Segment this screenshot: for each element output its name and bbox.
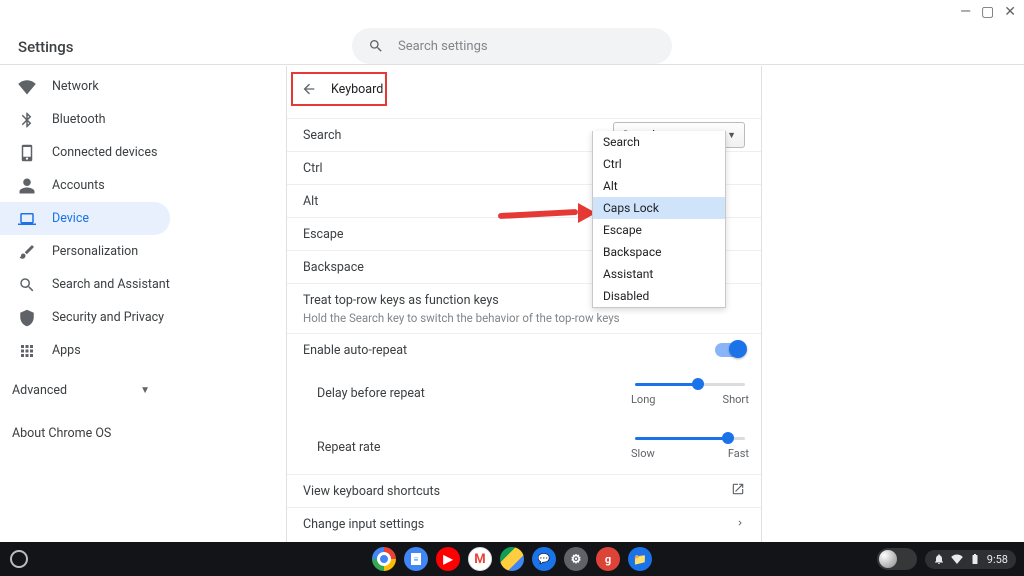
sidebar-item-label: Apps [52, 343, 81, 358]
app-drive[interactable] [500, 547, 524, 571]
app-settings[interactable]: ⚙ [564, 547, 588, 571]
clock: 9:58 [987, 553, 1008, 566]
row-sublabel: Hold the Search key to switch the behavi… [303, 311, 620, 325]
row-label: Repeat rate [317, 440, 380, 455]
apps-icon [18, 342, 36, 360]
devices-icon [18, 144, 36, 162]
sidebar-item-bluetooth[interactable]: Bluetooth [0, 103, 170, 136]
row-label: View keyboard shortcuts [303, 484, 440, 499]
sidebar-item-apps[interactable]: Apps [0, 334, 170, 367]
wifi-status-icon [951, 553, 963, 565]
app-gmail[interactable]: M [468, 547, 492, 571]
sidebar-item-device[interactable]: Device [0, 202, 170, 235]
search-icon [18, 276, 36, 294]
dropdown-option-disabled[interactable]: Disabled [593, 285, 725, 307]
wifi-icon [18, 78, 36, 96]
settings-title: Settings [18, 38, 74, 56]
sidebar-advanced[interactable]: Advanced ▼ [0, 373, 170, 408]
app-files[interactable]: 📁 [628, 547, 652, 571]
battery-icon [969, 553, 981, 565]
row-label: Change input settings [303, 517, 424, 532]
back-button[interactable] [301, 80, 317, 98]
sidebar-item-label: Network [52, 79, 99, 94]
dropdown-option-escape[interactable]: Escape [593, 219, 725, 241]
chevron-down-icon: ▼ [140, 385, 150, 396]
sidebar-item-personalization[interactable]: Personalization [0, 235, 170, 268]
brush-icon [18, 243, 36, 261]
dropdown-option-ctrl[interactable]: Ctrl [593, 153, 725, 175]
advanced-label: Advanced [12, 383, 67, 398]
sidebar-item-label: Accounts [52, 178, 105, 193]
window-minimize-icon[interactable]: — [960, 4, 971, 20]
search-placeholder: Search settings [398, 39, 488, 54]
app-chrome[interactable] [372, 547, 396, 571]
page-title: Keyboard [331, 82, 383, 97]
app-google-plus[interactable]: g [596, 547, 620, 571]
row-label: Alt [303, 194, 318, 209]
sidebar-item-label: Bluetooth [52, 112, 106, 127]
page-header-highlight: Keyboard [291, 72, 387, 106]
rate-slider[interactable]: Slow Fast [635, 433, 745, 461]
launcher-button[interactable] [10, 550, 28, 568]
sidebar-item-accounts[interactable]: Accounts [0, 169, 170, 202]
annotation-arrow [498, 204, 594, 222]
dropdown-arrow-icon: ▼ [727, 130, 736, 141]
shelf: ≡ ▶ M 💬 ⚙ g 📁 9:58 [0, 542, 1024, 576]
dropdown-option-alt[interactable]: Alt [593, 175, 725, 197]
row-label: Enable auto-repeat [303, 343, 407, 358]
row-change-input[interactable]: Change input settings [287, 507, 761, 540]
row-label: Backspace [303, 260, 364, 275]
sidebar-item-label: Personalization [52, 244, 138, 259]
dropdown-option-backspace[interactable]: Backspace [593, 241, 725, 263]
sidebar-item-network[interactable]: Network [0, 70, 170, 103]
laptop-icon [18, 210, 36, 228]
row-label: Search [303, 128, 341, 143]
app-youtube[interactable]: ▶ [436, 547, 460, 571]
person-icon [18, 177, 36, 195]
settings-search-input[interactable]: Search settings [352, 28, 672, 64]
delay-slider[interactable]: Long Short [635, 379, 745, 407]
auto-repeat-toggle[interactable] [715, 343, 745, 357]
chevron-right-icon [735, 517, 745, 532]
row-rate: Repeat rate Slow Fast [287, 420, 761, 474]
shield-icon [18, 309, 36, 327]
dropdown-option-assistant[interactable]: Assistant [593, 263, 725, 285]
account-avatar[interactable] [877, 548, 917, 570]
sidebar-item-connected-devices[interactable]: Connected devices [0, 136, 170, 169]
sidebar-item-label: Search and Assistant [52, 277, 170, 292]
dropdown-option-search[interactable]: Search [593, 131, 725, 153]
slider-label-left: Slow [631, 447, 655, 460]
sidebar: Network Bluetooth Connected devices Acco… [0, 70, 170, 441]
dropdown-option-caps-lock[interactable]: Caps Lock [593, 197, 725, 219]
status-pill[interactable]: 9:58 [925, 550, 1016, 569]
slider-label-right: Fast [728, 447, 749, 460]
slider-label-left: Long [631, 393, 655, 406]
app-messages[interactable]: 💬 [532, 547, 556, 571]
sidebar-item-search-assistant[interactable]: Search and Assistant [0, 268, 170, 301]
sidebar-about-chrome-os[interactable]: About Chrome OS [0, 414, 170, 441]
sidebar-item-label: Device [52, 211, 89, 226]
sidebar-item-security-privacy[interactable]: Security and Privacy [0, 301, 170, 334]
bluetooth-icon [18, 111, 36, 129]
system-tray[interactable]: 9:58 [877, 548, 1016, 570]
window-maximize-icon[interactable]: ▢ [981, 4, 994, 20]
row-label: Ctrl [303, 161, 323, 176]
notification-icon [933, 553, 945, 565]
search-key-dropdown-menu[interactable]: SearchCtrlAltCaps LockEscapeBackspaceAss… [592, 131, 726, 308]
row-delay: Delay before repeat Long Short [287, 366, 761, 420]
row-label: Escape [303, 227, 344, 242]
sidebar-item-label: Security and Privacy [52, 310, 164, 325]
row-label: Delay before repeat [317, 386, 425, 401]
search-icon [368, 38, 384, 54]
row-auto-repeat: Enable auto-repeat [287, 333, 761, 366]
window-close-icon[interactable]: ✕ [1004, 4, 1016, 20]
slider-label-right: Short [723, 393, 749, 406]
shelf-apps: ≡ ▶ M 💬 ⚙ g 📁 [372, 547, 652, 571]
open-external-icon [731, 482, 745, 500]
row-view-shortcuts[interactable]: View keyboard shortcuts [287, 474, 761, 507]
row-label: Treat top-row keys as function keys [303, 293, 499, 308]
app-docs[interactable]: ≡ [404, 547, 428, 571]
sidebar-item-label: Connected devices [52, 145, 157, 160]
